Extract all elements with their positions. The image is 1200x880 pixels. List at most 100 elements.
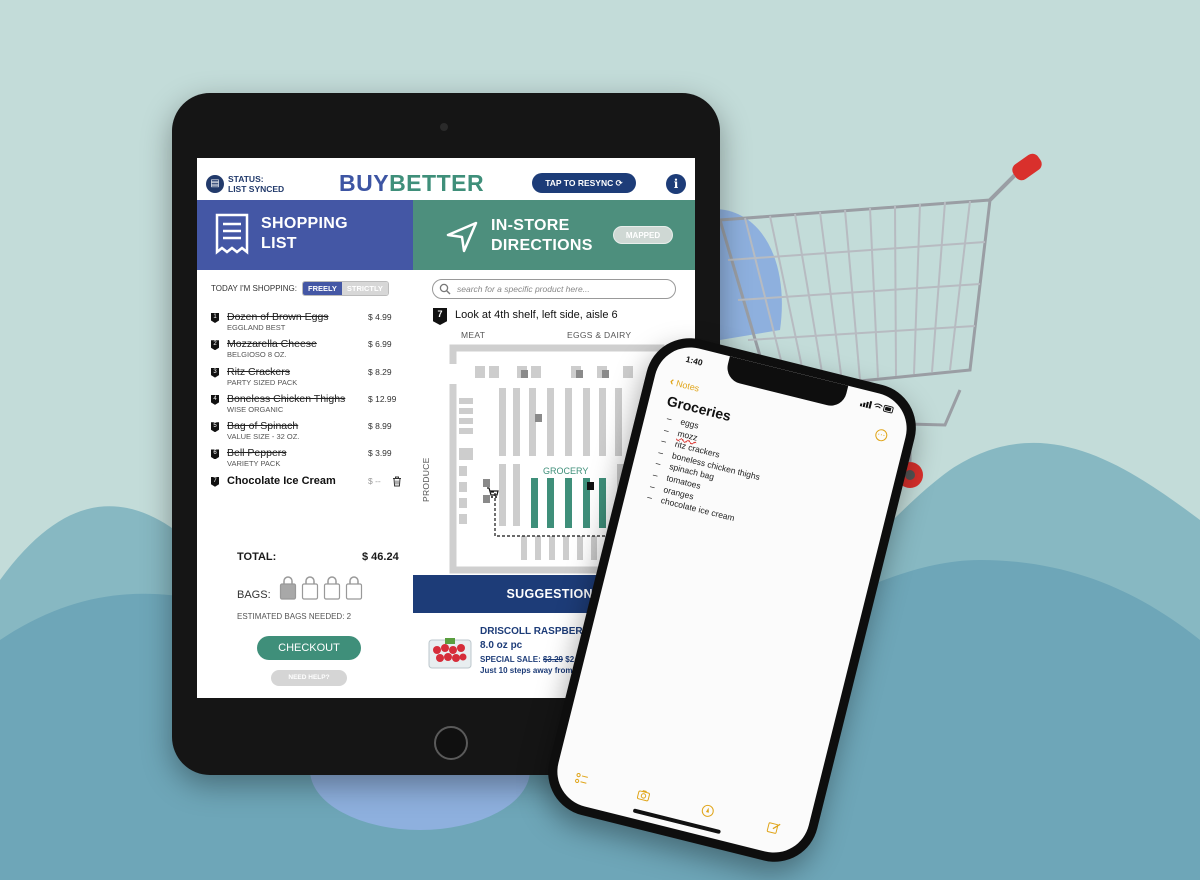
- item-name: Dozen of Brown Eggs: [227, 311, 329, 323]
- old-price: $3.29: [542, 655, 564, 664]
- phone-clock: 1:40: [684, 353, 704, 368]
- bags-indicator: [279, 576, 363, 600]
- item-name: Mozzarella Cheese: [227, 338, 317, 351]
- item-number-marker: 1: [211, 313, 219, 323]
- map-label-meat: MEAT: [461, 330, 486, 340]
- phone-status-icons: [859, 401, 894, 414]
- item-price: $ 8.99: [368, 421, 392, 432]
- note-body[interactable]: – eggs – mozz – ritz crackers – boneless chi…: [646, 413, 770, 528]
- bags-label: BAGS:: [237, 589, 271, 601]
- item-name: Ritz Crackers: [227, 365, 291, 378]
- navigation-arrow-icon: [446, 221, 478, 253]
- estimated-bags: ESTIMATED BAGS NEEDED: 2: [237, 612, 352, 621]
- search-input[interactable]: [457, 282, 667, 296]
- search-icon: [439, 283, 451, 295]
- logo-part1: BUY: [339, 170, 390, 196]
- shopping-mode-label: TODAY I'M SHOPPING:: [211, 284, 297, 293]
- status-label: STATUS:: [228, 174, 264, 184]
- status-value: LIST SYNCED: [228, 184, 285, 194]
- resync-button[interactable]: TAP TO RESYNC ⟳: [532, 173, 636, 193]
- item-brand: VARIETY PACK: [227, 459, 281, 469]
- item-price: $ --: [368, 475, 381, 486]
- list-item[interactable]: 4 Boneless Chicken Thighs WISE ORGANIC $…: [210, 391, 410, 418]
- item-number-marker: 4: [211, 394, 219, 405]
- shopping-list-title: SHOPPING LIST: [261, 214, 348, 254]
- list-item-active[interactable]: 7 Chocolate Ice Cream $ --: [210, 473, 410, 500]
- shopping-mode-toggle: FREELY STRICTLY: [302, 281, 389, 296]
- item-number-marker: 3: [211, 367, 219, 378]
- shopping-list-title-line1: SHOPPING: [261, 215, 348, 232]
- item-name: Bell Peppers: [227, 447, 287, 460]
- shopping-list-items: 1 Dozen of Brown Eggs EGGLAND BEST $ 4.9…: [210, 309, 410, 500]
- info-icon[interactable]: i: [666, 174, 686, 194]
- item-name: Bag of Spinach: [227, 420, 299, 433]
- shopping-list-panel: TODAY I'M SHOPPING: FREELY STRICTLY 1 Do…: [197, 270, 413, 698]
- sale-label: SPECIAL SALE:: [480, 655, 541, 664]
- need-help-button[interactable]: NEED HELP?: [271, 670, 347, 686]
- bag-icon: [301, 576, 319, 600]
- step-instruction: Look at 4th shelf, left side, aisle 6: [455, 309, 618, 321]
- checklist-icon[interactable]: [574, 772, 590, 788]
- item-name: Chocolate Ice Cream: [227, 474, 336, 487]
- item-price: $ 8.29: [368, 366, 392, 377]
- item-price: $ 3.99: [368, 448, 392, 459]
- item-number-marker: 6: [211, 449, 219, 460]
- tablet-camera: [440, 123, 448, 131]
- item-brand: EGGLAND BEST: [227, 323, 286, 332]
- list-item[interactable]: 6 Bell Peppers VARIETY PACK $ 3.99: [210, 445, 410, 472]
- sync-status: STATUS: LIST SYNCED: [228, 174, 284, 194]
- item-number-marker: 7: [211, 476, 219, 487]
- markup-pen-icon[interactable]: [700, 803, 716, 819]
- shopping-list-header: SHOPPING LIST: [197, 200, 413, 270]
- item-number-marker: 2: [211, 340, 219, 351]
- camera-icon[interactable]: [636, 787, 652, 803]
- logo-part2: BETTER: [389, 170, 485, 196]
- mapped-badge: MAPPED: [613, 226, 673, 244]
- receipt-icon: [215, 213, 249, 255]
- sync-status-icon: ▤: [206, 175, 224, 193]
- mode-freely[interactable]: FREELY: [303, 282, 342, 295]
- trash-icon[interactable]: [392, 476, 402, 487]
- total-value: $ 46.24: [362, 551, 399, 563]
- resync-label: TAP TO RESYNC: [545, 178, 614, 188]
- notes-back-button[interactable]: ‹ Notes: [669, 374, 702, 395]
- shopping-list-title-line2: LIST: [261, 235, 297, 252]
- raspberries-product-image[interactable]: [427, 636, 473, 672]
- mode-strictly[interactable]: STRICTLY: [341, 282, 388, 295]
- item-price: $ 4.99: [368, 312, 392, 322]
- bag-icon: [323, 576, 341, 600]
- total-label: TOTAL:: [237, 551, 277, 563]
- item-number-marker: 5: [211, 422, 219, 433]
- item-brand: WISE ORGANIC: [227, 404, 284, 414]
- app-header: ▤ STATUS: LIST SYNCED BUYBETTER TAP TO R…: [197, 158, 695, 200]
- list-item[interactable]: 3 Ritz Crackers PARTY SIZED PACK $ 8.29: [210, 364, 410, 391]
- step-number-marker: 7: [433, 308, 447, 325]
- more-options-icon[interactable]: ⋯: [874, 427, 889, 443]
- map-label-grocery: GROCERY: [543, 466, 588, 476]
- item-brand: VALUE SIZE - 32 OZ.: [227, 432, 300, 442]
- item-brand: PARTY SIZED PACK: [227, 377, 298, 387]
- refresh-icon: ⟳: [615, 178, 623, 188]
- item-price: $ 6.99: [368, 339, 392, 350]
- bag-icon-filled: [279, 576, 297, 600]
- item-price: $ 12.99: [368, 393, 397, 404]
- list-item[interactable]: 1 Dozen of Brown Eggs EGGLAND BEST $ 4.9…: [210, 309, 410, 336]
- list-item[interactable]: 5 Bag of Spinach VALUE SIZE - 32 OZ. $ 8…: [210, 418, 410, 445]
- suggested-product-size: 8.0 oz pc: [480, 640, 523, 651]
- bag-icon: [345, 576, 363, 600]
- item-name: Boneless Chicken Thighs: [227, 392, 346, 405]
- suggested-product-sale: SPECIAL SALE: $3.29 $2.99: [480, 655, 585, 664]
- directions-title: IN-STORE DIRECTIONS: [491, 216, 593, 256]
- directions-title-line2: DIRECTIONS: [491, 237, 593, 254]
- tablet-home-button[interactable]: [434, 726, 468, 760]
- directions-title-line1: IN-STORE: [491, 217, 570, 234]
- item-brand: BELGIOSO 8 OZ.: [227, 350, 287, 360]
- checkout-button[interactable]: CHECKOUT: [257, 636, 361, 660]
- directions-header: IN-STORE DIRECTIONS MAPPED: [413, 200, 695, 270]
- product-search: [432, 279, 676, 299]
- back-label: Notes: [675, 378, 701, 394]
- app-logo: BUYBETTER: [339, 170, 484, 197]
- map-label-eggs-dairy: EGGS & DAIRY: [567, 330, 632, 340]
- compose-icon[interactable]: [766, 819, 782, 835]
- list-item[interactable]: 2 Mozzarella Cheese BELGIOSO 8 OZ. $ 6.9…: [210, 336, 410, 363]
